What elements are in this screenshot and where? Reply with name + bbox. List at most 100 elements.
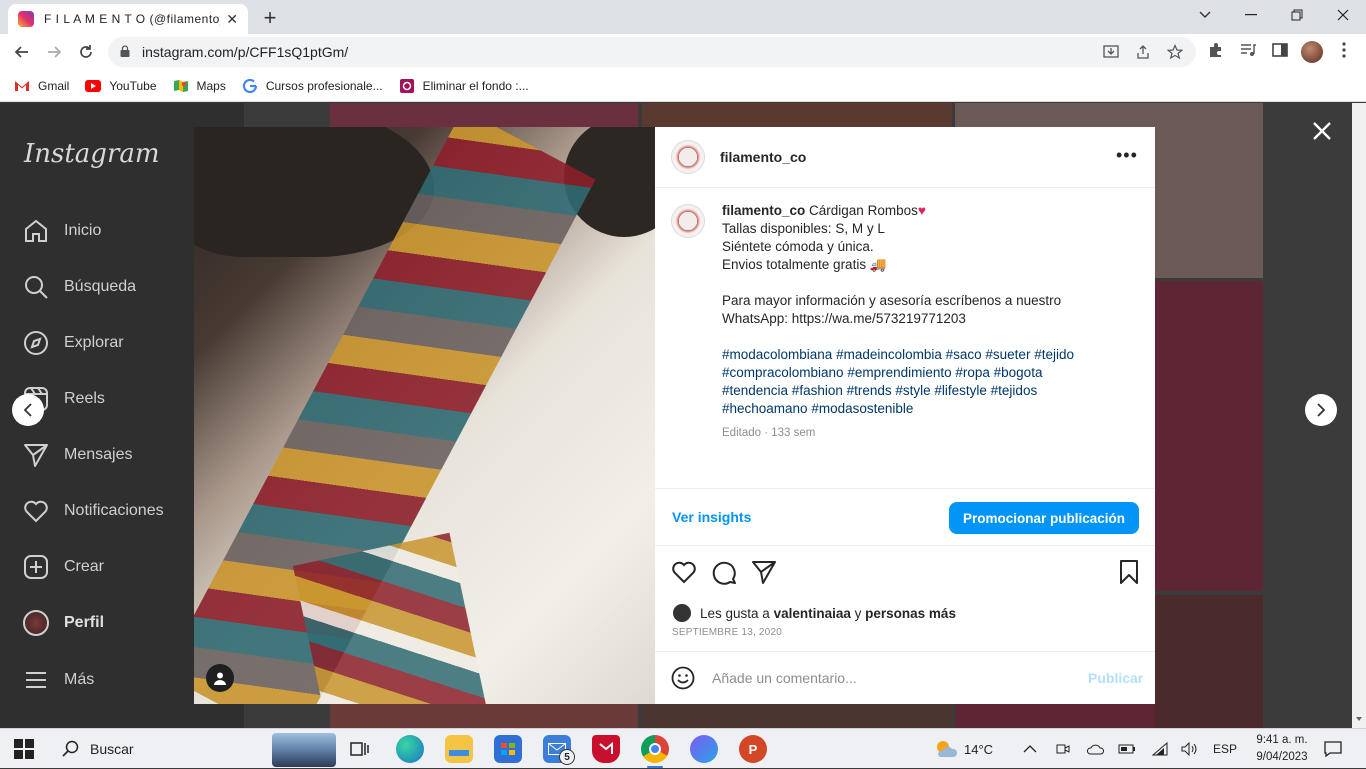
taskbar-clock[interactable]: 9:41 a. m. 9/04/2023 <box>1252 732 1312 766</box>
url-text[interactable]: instagram.com/p/CFF1sQ1ptGm/ <box>142 44 348 60</box>
instagram-logo[interactable]: Instagram <box>24 139 160 169</box>
likes-prefix: Les gusta a <box>700 605 770 621</box>
windows-start-icon[interactable] <box>14 739 34 759</box>
share-send-icon[interactable] <box>751 559 777 585</box>
send-icon <box>22 441 50 469</box>
sidebar-item-inicio[interactable]: Inicio <box>22 216 101 246</box>
bookmark-cursos[interactable]: Cursos profesionale... <box>242 78 383 93</box>
browser-menu-icon[interactable] <box>1333 41 1355 63</box>
file-explorer-icon[interactable] <box>445 735 473 763</box>
caption-username[interactable]: filamento_co <box>722 203 805 218</box>
onedrive-cloud-icon[interactable] <box>1086 729 1104 769</box>
hashtag-line[interactable]: #modacolombiana #madeincolombia #saco #s… <box>722 346 1142 364</box>
browser-tab[interactable]: F I L A M E N T O (@filamento_co ✕ <box>8 4 248 34</box>
sidebar-item-label: Crear <box>64 558 105 575</box>
bookmark-youtube[interactable]: YouTube <box>85 79 157 93</box>
bookmark-eliminar-fondo[interactable]: Eliminar el fondo :... <box>399 78 529 93</box>
page-scrollbar[interactable] <box>1352 103 1366 728</box>
task-view-icon[interactable] <box>346 735 374 763</box>
weather-widget[interactable]: 14°C <box>934 729 993 769</box>
hashtag-line[interactable]: #compracolombiano #emprendimiento #ropa … <box>722 364 1142 382</box>
save-bookmark-icon[interactable] <box>1116 559 1142 585</box>
caption-avatar[interactable] <box>671 204 705 238</box>
sidebar-item-mas[interactable]: Más <box>22 665 94 695</box>
volume-icon[interactable] <box>1181 729 1199 769</box>
tab-search-chevron-icon[interactable] <box>1182 0 1228 30</box>
tagged-users-icon[interactable] <box>206 664 234 692</box>
copilot-icon[interactable] <box>690 735 718 763</box>
chevron-left-icon <box>23 403 32 417</box>
liker-username[interactable]: valentinaiaa <box>774 606 851 621</box>
restore-button[interactable] <box>1274 0 1320 30</box>
notifications-icon[interactable] <box>1324 729 1342 769</box>
tab-close-button[interactable]: ✕ <box>226 11 238 28</box>
plus-square-icon <box>22 553 50 581</box>
install-app-icon[interactable] <box>1102 44 1120 62</box>
weather-cloud-icon <box>937 741 958 757</box>
previous-post-button[interactable] <box>12 394 44 426</box>
edge-browser-icon[interactable] <box>396 735 424 763</box>
bookmark-maps[interactable]: Maps <box>173 79 226 93</box>
author-username[interactable]: filamento_co <box>720 149 806 165</box>
hashtag-line[interactable]: #tendencia #fashion #trends #style #life… <box>722 382 1142 400</box>
side-panel-icon[interactable] <box>1269 41 1291 63</box>
liker-avatar[interactable] <box>672 603 692 623</box>
language-label: ESP <box>1213 742 1238 756</box>
reload-icon[interactable] <box>73 40 99 64</box>
sidebar-item-busqueda[interactable]: Búsqueda <box>22 272 136 302</box>
mail-icon[interactable]: 5 <box>543 735 575 765</box>
emoji-icon[interactable] <box>671 666 695 690</box>
media-queue-icon[interactable] <box>1237 41 1259 63</box>
microsoft-store-icon[interactable] <box>494 735 522 763</box>
battery-icon[interactable] <box>1118 729 1136 769</box>
caption-title: Cárdigan Rombos <box>805 203 918 218</box>
caption-meta: Editado · 133 sem <box>722 427 816 439</box>
chrome-icon[interactable] <box>641 735 669 763</box>
like-heart-icon[interactable] <box>671 559 697 585</box>
more-options-icon[interactable]: ••• <box>1116 145 1138 166</box>
share-icon[interactable] <box>1134 44 1152 62</box>
sidebar-item-notificaciones[interactable]: Notificaciones <box>22 496 164 526</box>
tray-chevron-up-icon[interactable] <box>1023 729 1037 769</box>
red-heart-emoji: ♥ <box>917 203 926 218</box>
browser-profile-avatar[interactable] <box>1301 41 1323 63</box>
close-window-button[interactable] <box>1320 0 1366 30</box>
back-arrow-icon[interactable] <box>9 40 35 64</box>
forward-arrow-icon[interactable] <box>41 40 67 64</box>
post-image[interactable] <box>194 127 655 704</box>
sidebar-item-crear[interactable]: Crear <box>22 552 104 582</box>
lock-icon[interactable] <box>120 45 130 57</box>
sidebar-item-explorar[interactable]: Explorar <box>22 328 124 358</box>
view-insights-link[interactable]: Ver insights <box>672 509 751 525</box>
tab-title: F I L A M E N T O (@filamento_co <box>44 12 220 26</box>
taskbar-search[interactable]: Buscar <box>52 729 338 769</box>
close-modal-icon[interactable] <box>1310 119 1334 143</box>
publish-comment-button[interactable]: Publicar <box>1088 670 1143 686</box>
sidebar-item-mensajes[interactable]: Mensajes <box>22 440 132 470</box>
mcafee-icon[interactable] <box>592 735 620 763</box>
post-date[interactable]: SEPTIEMBRE 13, 2020 <box>672 627 782 638</box>
powerpoint-icon[interactable]: P <box>739 735 767 763</box>
sidebar-item-label: Búsqueda <box>64 278 137 295</box>
promote-post-button[interactable]: Promocionar publicación <box>949 502 1139 534</box>
instagram-favicon-icon <box>18 11 34 27</box>
extensions-puzzle-icon[interactable] <box>1205 41 1227 63</box>
minimize-button[interactable] <box>1228 0 1274 30</box>
wifi-icon[interactable] <box>1151 729 1169 769</box>
author-avatar[interactable] <box>671 140 705 174</box>
address-bar[interactable]: instagram.com/p/CFF1sQ1ptGm/ <box>108 37 1196 67</box>
bookmark-gmail[interactable]: Gmail <box>14 79 69 93</box>
new-tab-button[interactable]: + <box>258 5 282 31</box>
remove-bg-icon <box>399 78 414 93</box>
background-post-tile <box>642 704 952 728</box>
comment-input[interactable]: Añade un comentario... <box>712 670 857 686</box>
likes-others-link[interactable]: personas más <box>865 606 956 621</box>
comment-icon[interactable] <box>711 559 737 585</box>
sidebar-item-perfil[interactable]: Perfil <box>22 608 104 638</box>
bookmark-star-icon[interactable] <box>1166 44 1184 62</box>
meet-now-icon[interactable] <box>1056 729 1070 769</box>
next-post-button[interactable] <box>1305 394 1337 426</box>
language-indicator[interactable]: ESP <box>1213 729 1237 769</box>
background-post-tile <box>642 103 952 127</box>
hashtag-line[interactable]: #hechoamano #modasostenible <box>722 400 1142 418</box>
